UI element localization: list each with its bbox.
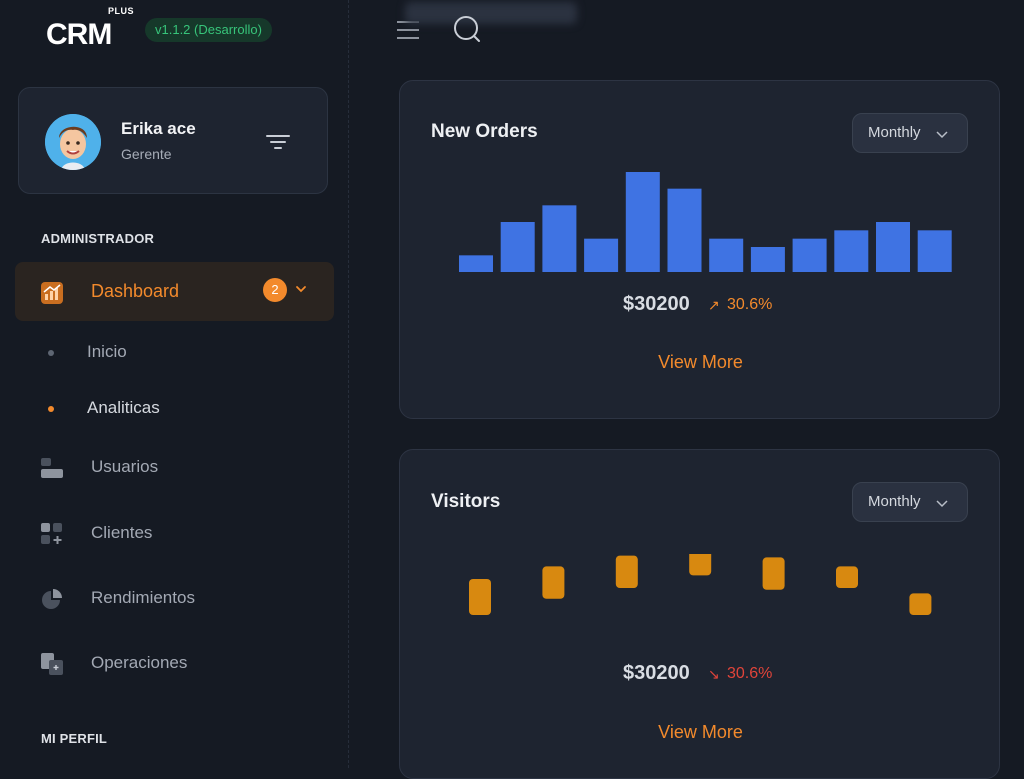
sidebar-item-clientes[interactable]: Clientes	[0, 512, 348, 556]
sidebar-subitem-inicio[interactable]: Inicio	[0, 333, 348, 373]
trend-up-arrow-icon: ↗	[708, 297, 720, 313]
operations-icon	[41, 653, 63, 675]
chevron-down-icon[interactable]	[294, 282, 308, 296]
sidebar-subitem-label: Inicio	[87, 342, 127, 361]
visitors-stat-change: 30.6%	[727, 665, 773, 682]
visitors-bar[interactable]	[469, 579, 491, 615]
chevron-down-icon	[936, 500, 948, 508]
sidebar-item-rendimientos[interactable]: Rendimientos	[0, 577, 348, 621]
orders-bar[interactable]	[542, 205, 577, 272]
sidebar-item-label: Clientes	[91, 523, 153, 542]
profile-role: Gerente	[121, 146, 172, 162]
clients-icon	[41, 523, 62, 544]
period-dropdown[interactable]: Monthly	[852, 113, 968, 153]
period-dropdown-label: Monthly	[868, 493, 921, 510]
section-label-profile: MI PERFIL	[41, 731, 108, 746]
profile-card[interactable]: Erika ace Gerente	[18, 87, 328, 194]
section-label-admin: ADMINISTRADOR	[41, 231, 155, 246]
inactive-dot-icon	[48, 350, 54, 356]
card-title: New Orders	[431, 121, 538, 142]
orders-bar[interactable]	[500, 222, 535, 272]
orders-bar[interactable]	[876, 222, 910, 272]
sidebar: CRM PLUS v1.1.2 (Desarrollo) Erika ace G…	[0, 0, 348, 768]
pie-chart-icon	[42, 589, 62, 609]
new-orders-bar-chart	[459, 172, 952, 272]
users-icon	[41, 458, 63, 478]
sidebar-item-usuarios[interactable]: Usuarios	[0, 446, 348, 490]
active-dot-icon	[48, 406, 54, 412]
card-title: Visitors	[431, 491, 501, 512]
orders-stat-value: $30200	[623, 293, 690, 315]
orders-bar[interactable]	[667, 188, 702, 272]
sidebar-item-label: Rendimientos	[91, 588, 195, 607]
trend-down-arrow-icon: ↘	[708, 666, 720, 682]
visitors-bar[interactable]	[689, 554, 712, 576]
sidebar-divider	[348, 0, 349, 768]
orders-bar[interactable]	[750, 247, 785, 272]
sidebar-item-operaciones[interactable]: Operaciones	[0, 642, 348, 686]
orders-bar[interactable]	[584, 238, 619, 272]
visitors-view-more-link[interactable]: View More	[400, 722, 1001, 743]
orders-bar[interactable]	[792, 238, 827, 272]
visitors-bar[interactable]	[542, 566, 565, 599]
chevron-down-icon	[936, 131, 948, 139]
visitors-stat-value: $30200	[623, 662, 690, 684]
sidebar-item-dashboard-label: Dashboard	[91, 281, 180, 301]
visitors-bar[interactable]	[909, 593, 932, 615]
avatar-illustration	[45, 114, 101, 170]
app-logo[interactable]: CRM PLUS	[46, 6, 138, 51]
orders-bar[interactable]	[709, 238, 744, 272]
sidebar-subitem-label: Analiticas	[87, 398, 160, 417]
dashboard-chart-icon	[41, 282, 63, 304]
blurred-header	[405, 2, 577, 24]
logo-text: CRM	[46, 18, 112, 51]
visitors-bar[interactable]	[615, 555, 638, 588]
new-orders-card: New Orders Monthly $30200 ↗ 30.6% View M…	[399, 80, 1000, 419]
orders-view-more-link[interactable]: View More	[400, 352, 1001, 373]
filter-icon[interactable]	[266, 132, 290, 152]
logo-superscript: PLUS	[108, 6, 135, 16]
dashboard-count-badge: 2	[263, 278, 287, 302]
sidebar-item-label: Operaciones	[91, 653, 188, 672]
sidebar-item-label: Usuarios	[91, 457, 159, 476]
period-dropdown[interactable]: Monthly	[852, 482, 968, 522]
orders-bar[interactable]	[834, 230, 869, 272]
orders-stat-change: 30.6%	[727, 296, 773, 313]
visitors-card: Visitors Monthly $30200 ↘ 30.6% View Mor…	[399, 449, 1000, 779]
visitors-bar[interactable]	[762, 557, 785, 590]
visitors-range-chart	[469, 554, 932, 615]
avatar[interactable]	[45, 114, 101, 170]
profile-name: Erika ace	[121, 119, 196, 138]
orders-bar[interactable]	[459, 255, 493, 272]
orders-bar[interactable]	[625, 172, 660, 272]
orders-bar[interactable]	[917, 230, 952, 272]
period-dropdown-label: Monthly	[868, 124, 921, 141]
version-badge: v1.1.2 (Desarrollo)	[145, 18, 272, 42]
sidebar-item-dashboard[interactable]: Dashboard 2	[15, 262, 334, 321]
visitors-bar[interactable]	[836, 566, 858, 588]
search-icon[interactable]	[452, 14, 482, 44]
sidebar-subitem-analiticas[interactable]: Analiticas	[0, 389, 348, 429]
